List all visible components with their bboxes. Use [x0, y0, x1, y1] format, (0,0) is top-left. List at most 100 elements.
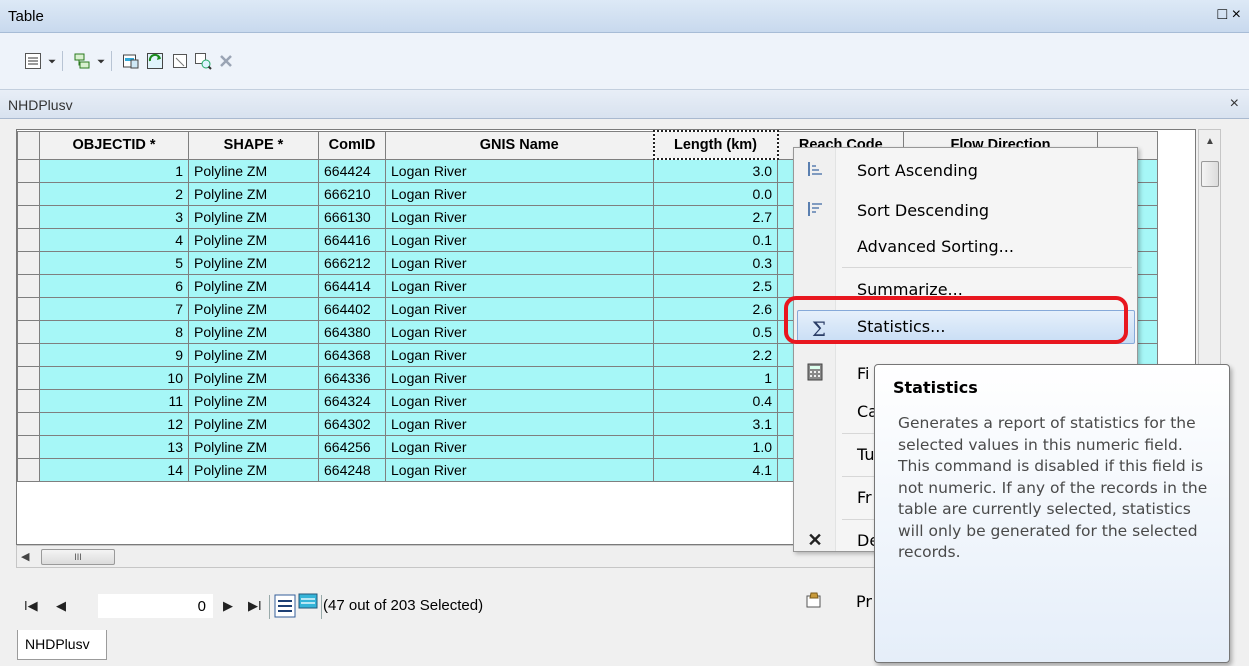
- column-header[interactable]: OBJECTID *: [39, 130, 189, 160]
- table-cell[interactable]: Polyline ZM: [188, 158, 319, 183]
- table-cell[interactable]: Polyline ZM: [188, 181, 319, 206]
- table-cell[interactable]: 2: [39, 181, 189, 206]
- clear-selection-icon[interactable]: [170, 51, 190, 71]
- table-cell[interactable]: Polyline ZM: [188, 250, 319, 275]
- table-cell[interactable]: Polyline ZM: [188, 342, 319, 367]
- scroll-up-icon[interactable]: ▲: [1205, 136, 1215, 147]
- menu-item-sort-descending[interactable]: Sort Descending: [794, 194, 1137, 228]
- table-cell[interactable]: Polyline ZM: [188, 411, 319, 436]
- table-cell[interactable]: Logan River: [385, 158, 654, 183]
- table-cell[interactable]: 664416: [318, 227, 386, 252]
- table-cell[interactable]: 664256: [318, 434, 386, 459]
- table-cell[interactable]: Logan River: [385, 457, 654, 482]
- table-cell[interactable]: 0.4: [653, 388, 778, 413]
- select-by-attributes-icon[interactable]: [121, 51, 141, 71]
- table-cell[interactable]: Logan River: [385, 434, 654, 459]
- table-cell[interactable]: 664336: [318, 365, 386, 390]
- table-cell[interactable]: Polyline ZM: [188, 388, 319, 413]
- table-cell[interactable]: 3: [39, 204, 189, 229]
- table-cell[interactable]: Polyline ZM: [188, 296, 319, 321]
- table-cell[interactable]: 2.2: [653, 342, 778, 367]
- menu-item-advanced-sorting[interactable]: Advanced Sorting...: [794, 230, 1137, 264]
- table-cell[interactable]: 10: [39, 365, 189, 390]
- table-cell[interactable]: 6: [39, 273, 189, 298]
- row-selector[interactable]: [17, 296, 40, 321]
- table-cell[interactable]: 0.5: [653, 319, 778, 344]
- table-cell[interactable]: 9: [39, 342, 189, 367]
- table-cell[interactable]: Logan River: [385, 227, 654, 252]
- row-selector[interactable]: [17, 319, 40, 344]
- menu-item-properties[interactable]: Pr: [793, 585, 872, 619]
- scroll-thumb[interactable]: [1201, 161, 1219, 187]
- table-cell[interactable]: 2.6: [653, 296, 778, 321]
- row-selector[interactable]: [17, 388, 40, 413]
- row-selector[interactable]: [17, 434, 40, 459]
- table-cell[interactable]: 1.0: [653, 434, 778, 459]
- table-cell[interactable]: Logan River: [385, 296, 654, 321]
- close-tab-button[interactable]: ×: [1230, 95, 1239, 113]
- scroll-thumb[interactable]: III: [41, 549, 115, 565]
- table-cell[interactable]: Logan River: [385, 250, 654, 275]
- table-cell[interactable]: 664324: [318, 388, 386, 413]
- table-tab-name[interactable]: NHDPlusv: [8, 97, 73, 113]
- row-selector[interactable]: [17, 411, 40, 436]
- table-cell[interactable]: Logan River: [385, 388, 654, 413]
- table-cell[interactable]: 0.0: [653, 181, 778, 206]
- table-cell[interactable]: 666210: [318, 181, 386, 206]
- table-cell[interactable]: 664248: [318, 457, 386, 482]
- table-cell[interactable]: 664424: [318, 158, 386, 183]
- related-tables-icon[interactable]: [72, 51, 92, 71]
- table-cell[interactable]: Polyline ZM: [188, 434, 319, 459]
- row-selector[interactable]: [17, 365, 40, 390]
- table-cell[interactable]: 664414: [318, 273, 386, 298]
- table-cell[interactable]: 0.3: [653, 250, 778, 275]
- column-header-active[interactable]: Length (km): [652, 130, 779, 160]
- first-record-icon[interactable]: I◀: [24, 598, 38, 614]
- table-cell[interactable]: 664368: [318, 342, 386, 367]
- row-selector[interactable]: [17, 457, 40, 482]
- table-cell[interactable]: Polyline ZM: [188, 457, 319, 482]
- table-cell[interactable]: Logan River: [385, 342, 654, 367]
- table-cell[interactable]: 3.1: [653, 411, 778, 436]
- table-cell[interactable]: 666212: [318, 250, 386, 275]
- table-cell[interactable]: Logan River: [385, 204, 654, 229]
- table-cell[interactable]: Logan River: [385, 273, 654, 298]
- table-cell[interactable]: 0.1: [653, 227, 778, 252]
- table-cell[interactable]: Polyline ZM: [188, 273, 319, 298]
- table-cell[interactable]: Polyline ZM: [188, 319, 319, 344]
- row-selector[interactable]: [17, 227, 40, 252]
- bottom-table-tab[interactable]: NHDPlusv: [17, 630, 107, 660]
- dropdown-icon[interactable]: [95, 51, 107, 71]
- table-cell[interactable]: 7: [39, 296, 189, 321]
- record-number-input[interactable]: 0: [98, 594, 213, 618]
- column-header[interactable]: GNIS Name: [385, 130, 654, 160]
- row-selector[interactable]: [17, 342, 40, 367]
- table-cell[interactable]: 664302: [318, 411, 386, 436]
- row-selector[interactable]: [17, 158, 40, 183]
- switch-selection-icon[interactable]: [145, 51, 165, 71]
- table-cell[interactable]: 1: [653, 365, 778, 390]
- dropdown-icon[interactable]: [46, 51, 58, 71]
- table-cell[interactable]: 2.7: [653, 204, 778, 229]
- table-cell[interactable]: Logan River: [385, 411, 654, 436]
- table-cell[interactable]: Polyline ZM: [188, 227, 319, 252]
- show-all-records-icon[interactable]: [274, 594, 296, 621]
- table-cell[interactable]: 11: [39, 388, 189, 413]
- table-cell[interactable]: 14: [39, 457, 189, 482]
- table-cell[interactable]: Polyline ZM: [188, 365, 319, 390]
- table-cell[interactable]: Polyline ZM: [188, 204, 319, 229]
- next-record-icon[interactable]: ▶: [223, 598, 233, 614]
- delete-selected-icon[interactable]: [216, 51, 236, 71]
- window-controls[interactable]: □ ×: [1218, 6, 1241, 24]
- row-selector[interactable]: [17, 181, 40, 206]
- scroll-left-icon[interactable]: ◀: [21, 550, 29, 563]
- last-record-icon[interactable]: ▶I: [248, 598, 262, 614]
- show-selected-records-icon[interactable]: [298, 593, 318, 614]
- row-selector[interactable]: [17, 250, 40, 275]
- row-selector[interactable]: [17, 273, 40, 298]
- table-cell[interactable]: 12: [39, 411, 189, 436]
- table-cell[interactable]: 4: [39, 227, 189, 252]
- table-cell[interactable]: 13: [39, 434, 189, 459]
- row-selector[interactable]: [17, 204, 40, 229]
- table-cell[interactable]: 3.0: [653, 158, 778, 183]
